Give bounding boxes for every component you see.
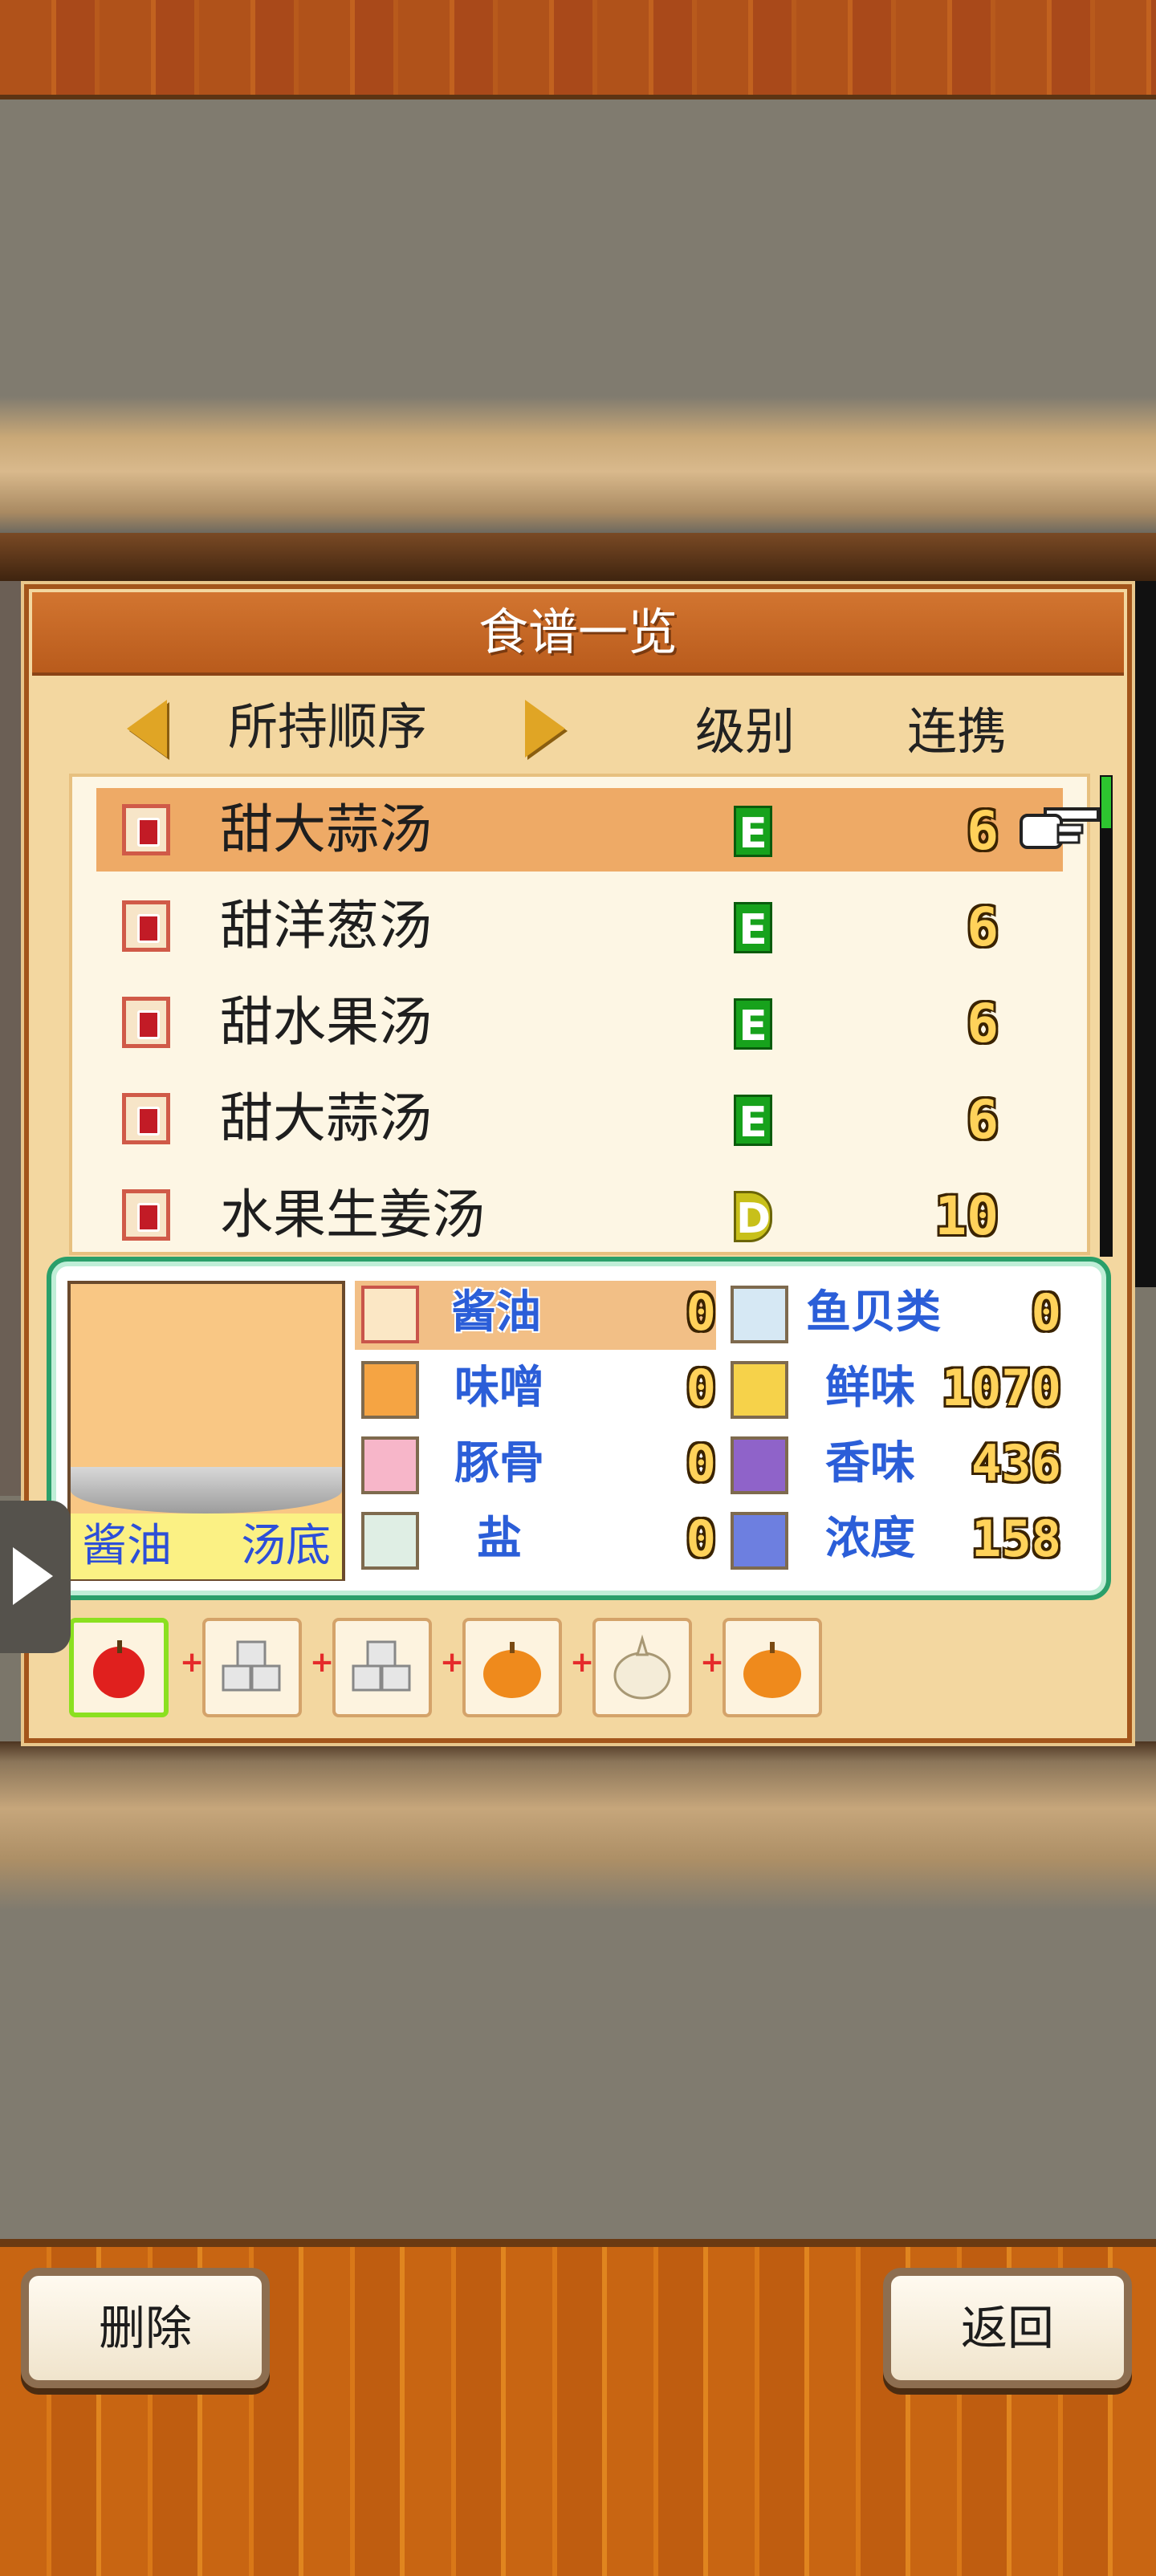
recipe-name: 水果生姜汤 xyxy=(220,1184,485,1245)
stat-value: 0 xyxy=(1031,1283,1061,1342)
panel-title: 食谱一览 xyxy=(32,592,1124,676)
stat-label: 味噌 xyxy=(454,1362,544,1414)
onion-icon xyxy=(743,1642,801,1698)
soy-sauce-icon xyxy=(122,1189,170,1241)
base-type: 汤底 xyxy=(241,1520,331,1572)
rank-badge: E xyxy=(734,902,772,954)
chain-plus-icon: + xyxy=(700,1646,725,1679)
stats-left: 酱油 0 味噌 0 豚骨 0 盐 0 xyxy=(358,1281,735,1589)
rank-badge: E xyxy=(734,806,772,858)
stat-value: 436 xyxy=(971,1434,1061,1493)
ingredient-slot[interactable] xyxy=(722,1618,822,1717)
ingredient-slot[interactable] xyxy=(332,1618,432,1717)
chain-plus-icon: + xyxy=(310,1646,335,1679)
recipe-list[interactable]: 甜大蒜汤 E 6 甜洋葱汤 E 6 甜水果汤 E 6 甜大蒜汤 E 6 水果生姜… xyxy=(69,774,1090,1255)
bottom-wall-strip xyxy=(0,1741,1156,1910)
counter-edge xyxy=(0,533,1156,581)
combo-count: 6 xyxy=(967,896,999,958)
ingredient-slot[interactable] xyxy=(69,1618,169,1717)
bowl-icon xyxy=(71,1467,342,1514)
thickness-icon xyxy=(731,1512,788,1570)
chevron-right-icon xyxy=(13,1547,53,1605)
rank-column-header: 级别 xyxy=(695,702,796,761)
rank-badge: E xyxy=(734,1095,772,1147)
chain-plus-icon: + xyxy=(570,1646,595,1679)
recipe-row[interactable]: 甜大蒜汤 E 6 xyxy=(96,788,1063,872)
recipe-name: 甜水果汤 xyxy=(220,991,432,1053)
recipe-row[interactable]: 甜洋葱汤 E 6 xyxy=(96,884,1063,968)
list-scrollbar[interactable] xyxy=(1100,775,1113,1257)
aroma-icon xyxy=(731,1436,788,1494)
sugar-cube-icon xyxy=(222,1640,281,1692)
wall-strip xyxy=(0,396,1156,533)
ingredient-slot[interactable] xyxy=(202,1618,302,1717)
stat-label: 香味 xyxy=(825,1437,915,1489)
stat-label: 酱油 xyxy=(451,1286,541,1339)
garlic-icon xyxy=(613,1634,671,1700)
base-name: 酱油 xyxy=(82,1520,172,1572)
recipe-name: 甜大蒜汤 xyxy=(220,798,432,860)
soy-sauce-icon xyxy=(361,1286,419,1343)
miso-icon xyxy=(361,1361,419,1419)
stat-value: 158 xyxy=(971,1509,1061,1568)
combo-column-header: 连携 xyxy=(907,702,1007,761)
ingredient-slot[interactable] xyxy=(592,1618,692,1717)
stat-label: 鱼贝类 xyxy=(806,1286,941,1339)
soy-sauce-icon xyxy=(122,997,170,1048)
rank-badge: D xyxy=(734,1191,772,1243)
stat-value: 0 xyxy=(686,1359,716,1417)
soy-sauce-icon xyxy=(122,804,170,855)
combo-count: 6 xyxy=(967,1089,999,1151)
list-scroll-thumb[interactable] xyxy=(1101,777,1111,828)
top-wood-wall xyxy=(0,0,1156,100)
right-scene-edge xyxy=(1132,581,1156,1287)
stats-right: 鱼贝类 0 鲜味 1070 香味 436 浓度 158 xyxy=(731,1281,1068,1589)
soy-sauce-icon xyxy=(122,1093,170,1144)
stat-label: 浓度 xyxy=(825,1513,915,1565)
stat-value: 0 xyxy=(686,1434,716,1493)
soup-base-label: 酱油 汤底 xyxy=(71,1514,342,1579)
ingredient-slot[interactable] xyxy=(462,1618,562,1717)
recipe-row[interactable]: 水果生姜汤 D 10 xyxy=(96,1173,1063,1252)
stat-value: 0 xyxy=(686,1509,716,1568)
stat-label: 盐 xyxy=(477,1513,522,1565)
sort-order-label[interactable]: 所持顺序 xyxy=(228,695,427,759)
soy-sauce-icon xyxy=(122,900,170,952)
pointer-hand-icon xyxy=(1020,807,1100,849)
stat-label: 鲜味 xyxy=(825,1362,915,1414)
umami-icon xyxy=(731,1361,788,1419)
recipe-row[interactable]: 甜水果汤 E 6 xyxy=(96,981,1063,1064)
sort-next-arrow-icon[interactable] xyxy=(525,700,565,758)
apple-icon xyxy=(93,1640,144,1698)
recipe-name: 甜大蒜汤 xyxy=(220,1087,432,1149)
sugar-cube-icon xyxy=(352,1640,411,1692)
pork-bone-icon xyxy=(361,1436,419,1494)
combo-count: 6 xyxy=(967,800,999,862)
salt-icon xyxy=(361,1512,419,1570)
sort-prev-arrow-icon[interactable] xyxy=(127,700,167,758)
chain-plus-icon: + xyxy=(440,1646,465,1679)
stat-value: 1070 xyxy=(941,1359,1061,1417)
back-button[interactable]: 返回 xyxy=(883,2268,1132,2388)
recipe-row[interactable]: 甜大蒜汤 E 6 xyxy=(96,1077,1063,1160)
stat-value: 0 xyxy=(686,1283,716,1342)
rank-badge: E xyxy=(734,998,772,1050)
onion-icon xyxy=(483,1642,541,1698)
stat-label: 豚骨 xyxy=(454,1437,544,1489)
recipe-name: 甜洋葱汤 xyxy=(220,895,432,957)
top-gray-area xyxy=(0,100,1156,396)
chain-plus-icon: + xyxy=(180,1646,205,1679)
combo-count: 6 xyxy=(967,993,999,1054)
delete-button[interactable]: 删除 xyxy=(21,2268,270,2388)
combo-count: 10 xyxy=(934,1185,999,1247)
seafood-icon xyxy=(731,1286,788,1343)
